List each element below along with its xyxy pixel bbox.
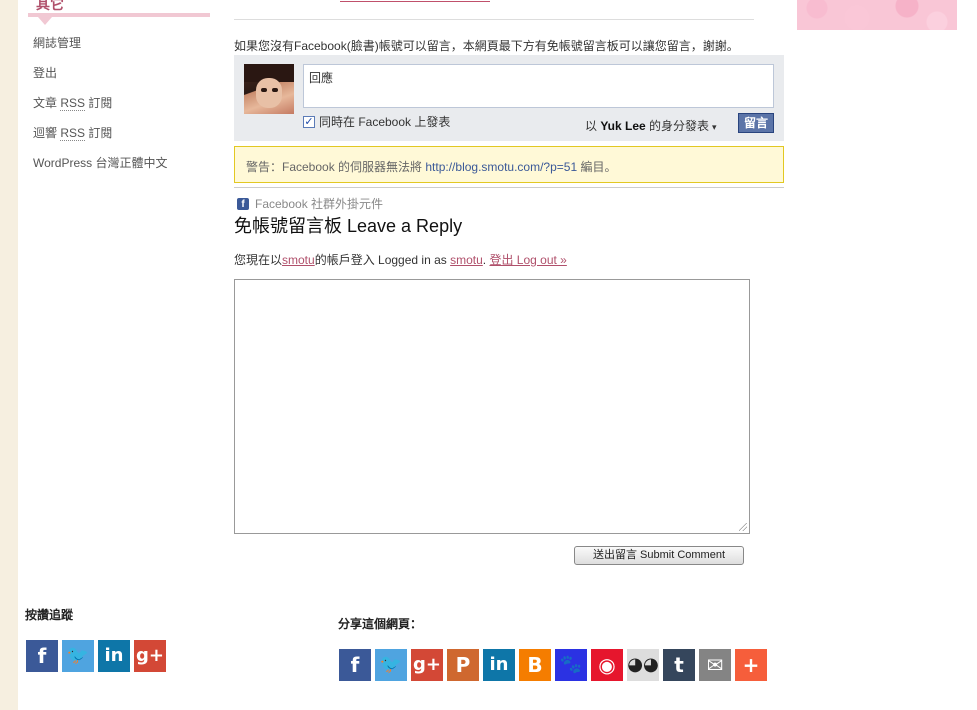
hootsuite-owl-icon[interactable]: ◕◕ — [627, 649, 659, 681]
facebook-comment-note: 如果您沒有Facebook(臉書)帳號可以留言，本網頁最下方有免帳號留言板可以讓… — [234, 39, 739, 53]
share-label: 分享這個網頁： — [338, 617, 423, 631]
logged-in-status: 您現在以smotu的帳戶登入 Logged in as smotu. 登出 Lo… — [234, 251, 567, 268]
follow-label: 按讚追蹤 — [25, 608, 74, 622]
submit-comment-button[interactable]: 送出留言 Submit Comment — [574, 546, 744, 565]
sidebar-menu: 網誌管理 登出 文章 RSS 訂閱 迴響 RSS 訂閱 WordPress 台灣… — [33, 34, 167, 184]
email-icon[interactable]: ✉ — [699, 649, 731, 681]
facebook-icon[interactable]: f — [26, 640, 58, 672]
post-as-prefix: 以 — [585, 119, 601, 133]
google-plus-icon[interactable]: g+ — [411, 649, 443, 681]
facebook-warning: 警告：Facebook 的伺服器無法將 http://blog.smotu.co… — [234, 146, 784, 183]
logged-in-text-2: 的帳戶登入 Logged in as — [314, 253, 451, 267]
page: 其它 網誌管理 登出 文章 RSS 訂閱 迴響 RSS 訂閱 WordPress… — [18, 0, 977, 710]
linkedin-icon[interactable]: in — [98, 640, 130, 672]
facebook-comment-box: 回應 ✓ 同時在 Facebook 上發表 以 Yuk Lee 的身分發表 ▾ 留… — [234, 55, 784, 141]
post-as-selector[interactable]: 以 Yuk Lee 的身分發表 ▾ — [585, 117, 717, 134]
post-to-facebook-label: 同時在 Facebook 上發表 — [319, 115, 451, 129]
comments-rss-prefix: 迴響 — [33, 126, 61, 140]
facebook-icon: f — [237, 197, 249, 210]
sidebar-link-dashboard[interactable]: 網誌管理 — [33, 36, 81, 50]
checkbox-checked-icon[interactable]: ✓ — [303, 115, 315, 128]
warning-suffix: 編目。 — [577, 160, 617, 174]
twitter-icon[interactable]: 🐦 — [62, 640, 94, 672]
posts-rss-abbr: RSS — [60, 96, 86, 111]
posts-rss-suffix: 訂閱 — [85, 96, 113, 110]
blogger-icon[interactable]: B — [519, 649, 551, 681]
tumblr-icon[interactable]: t — [663, 649, 695, 681]
warning-prefix: 警告：Facebook 的伺服器無法將 — [246, 160, 426, 174]
sidebar-heading: 其它 — [36, 0, 64, 12]
post-to-facebook-option[interactable]: ✓ 同時在 Facebook 上發表 — [303, 113, 450, 130]
resize-grip-icon[interactable] — [739, 523, 747, 531]
sidebar-link-logout[interactable]: 登出 — [33, 66, 57, 80]
avatar — [244, 64, 294, 114]
sidebar-item-wordpress-tw: WordPress 台灣正體中文 — [33, 154, 167, 184]
sidebar-item-comments-rss: 迴響 RSS 訂閱 — [33, 124, 167, 154]
facebook-icon[interactable]: f — [339, 649, 371, 681]
sidebar-heading-notch — [38, 17, 52, 25]
facebook-post-button[interactable]: 留言 — [738, 113, 774, 133]
comments-rss-suffix: 訂閱 — [85, 126, 113, 140]
facebook-comment-input[interactable]: 回應 — [303, 64, 774, 108]
comments-rss-abbr: RSS — [60, 126, 86, 141]
weibo-icon[interactable]: ◉ — [591, 649, 623, 681]
posts-rss-prefix: 文章 — [33, 96, 61, 110]
sidebar-heading-rule — [28, 13, 210, 17]
share-icons: f 🐦 g+ Pin B 🐾 ◉ ◕◕ t ✉ + — [339, 649, 767, 681]
warning-url: http://blog.smotu.com/?p=51 — [425, 160, 578, 174]
twitter-icon[interactable]: 🐦 — [375, 649, 407, 681]
facebook-plugin-label: Facebook 社群外掛元件 — [255, 197, 384, 211]
linkedin-icon[interactable]: in — [483, 649, 515, 681]
follow-icons: f 🐦 in g+ — [26, 640, 166, 672]
google-plus-icon[interactable]: g+ — [134, 640, 166, 672]
sidebar-link-posts-rss[interactable]: 文章 RSS 訂閱 — [33, 96, 112, 111]
baidu-paw-icon[interactable]: 🐾 — [555, 649, 587, 681]
profile-link[interactable]: smotu — [282, 253, 315, 267]
post-as-name: Yuk Lee — [600, 119, 646, 133]
divider — [234, 19, 754, 20]
post-as-suffix: 的身分發表 — [645, 119, 710, 133]
reply-heading: 免帳號留言板 Leave a Reply — [234, 216, 463, 236]
more-plus-icon[interactable]: + — [735, 649, 767, 681]
chevron-down-icon: ▾ — [712, 122, 717, 132]
comment-textarea[interactable] — [234, 279, 750, 534]
cropped-link-underline[interactable] — [340, 0, 490, 2]
facebook-plugin-credit[interactable]: f Facebook 社群外掛元件 — [237, 195, 383, 212]
profile-link-2[interactable]: smotu — [450, 253, 483, 267]
sidebar-item-dashboard: 網誌管理 — [33, 34, 167, 64]
logout-link[interactable]: 登出 Log out » — [489, 253, 566, 267]
sidebar-item-posts-rss: 文章 RSS 訂閱 — [33, 94, 167, 124]
sidebar-link-comments-rss[interactable]: 迴響 RSS 訂閱 — [33, 126, 112, 141]
divider — [234, 187, 784, 188]
logged-in-text-1: 您現在以 — [234, 253, 283, 267]
decorative-banner — [797, 0, 957, 30]
sidebar-item-logout: 登出 — [33, 64, 167, 94]
plurk-icon[interactable]: P — [447, 649, 479, 681]
sidebar-link-wordpress-tw[interactable]: WordPress 台灣正體中文 — [33, 156, 167, 170]
